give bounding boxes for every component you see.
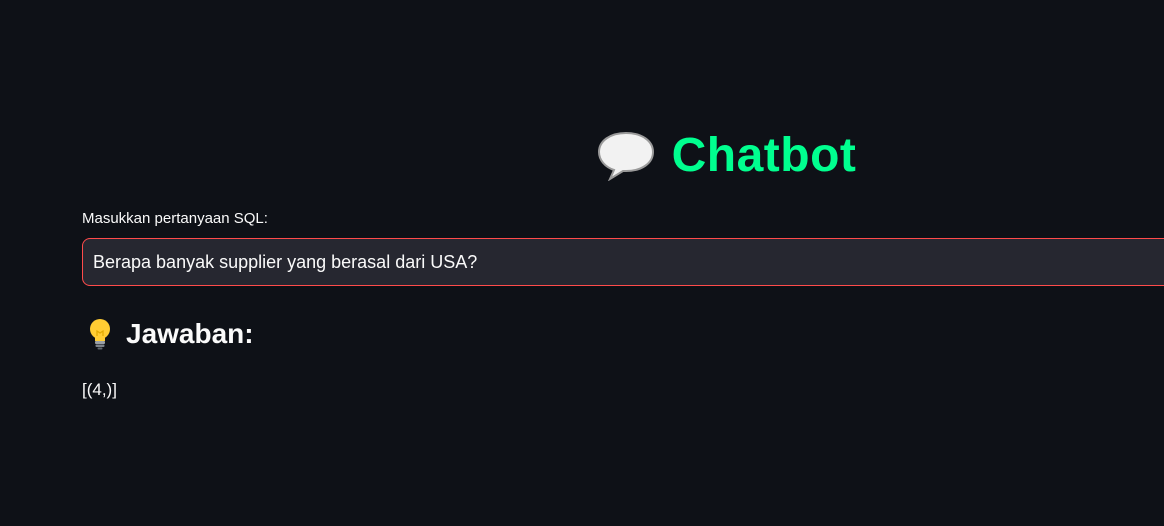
page-title: Chatbot (0, 124, 1164, 186)
lightbulb-icon (86, 318, 114, 350)
query-label: Masukkan pertanyaan SQL: (82, 210, 268, 227)
query-input-container[interactable] (82, 238, 1164, 286)
query-input[interactable] (83, 239, 1164, 285)
speech-bubble-icon (596, 129, 656, 182)
answer-result: [(4,)] (82, 380, 117, 399)
answer-heading: Jawaban: (86, 318, 254, 350)
app-root: Chatbot Masukkan pertanyaan SQL: Jawaban… (0, 0, 1164, 526)
page-title-text: Chatbot (671, 128, 857, 182)
answer-heading-text: Jawaban: (126, 318, 254, 349)
